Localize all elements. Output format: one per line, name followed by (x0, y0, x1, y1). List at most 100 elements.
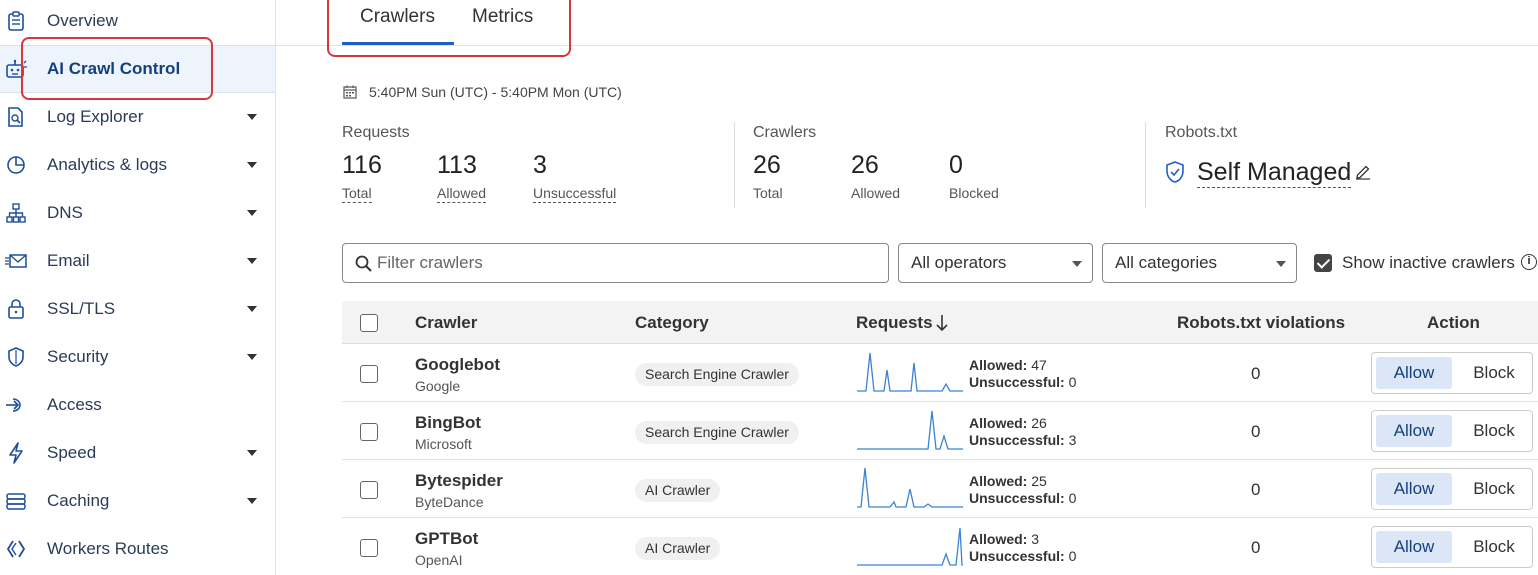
table-row: Bytespider ByteDance AI Crawler Allowed:… (342, 460, 1538, 518)
table-row: GPTBot OpenAI AI Crawler Allowed: 3 Unsu… (342, 518, 1538, 575)
calendar-icon (343, 85, 357, 99)
block-button[interactable]: Block (1458, 531, 1530, 563)
filter-crawlers-input[interactable]: Filter crawlers (342, 243, 889, 283)
categories-select-value: All categories (1115, 253, 1218, 272)
sidebar-item-label: Speed (47, 443, 97, 462)
sidebar-item-label: Analytics & logs (47, 155, 167, 174)
unsuccessful-count: Unsuccessful: 3 (969, 432, 1077, 448)
row-checkbox[interactable] (360, 423, 378, 441)
row-checkbox[interactable] (360, 481, 378, 499)
crawler-operator: Microsoft (415, 436, 472, 452)
block-button[interactable]: Block (1458, 473, 1530, 505)
category-badge: Search Engine Crawler (635, 363, 799, 386)
allowed-count: Allowed: 47 (969, 357, 1047, 373)
chevron-down-icon (1072, 261, 1082, 267)
unsuccessful-count: Unsuccessful: 0 (969, 548, 1077, 564)
sidebar-item-label: Workers Routes (47, 539, 169, 558)
clipboard-icon (5, 10, 27, 32)
lightning-icon (5, 442, 27, 464)
allow-button[interactable]: Allow (1376, 415, 1452, 447)
sidebar-item-label: Log Explorer (47, 107, 144, 126)
sidebar-item-ssl-tls[interactable]: SSL/TLS (0, 285, 275, 333)
sidebar-item-caching[interactable]: Caching (0, 477, 275, 525)
date-range-text: 5:40PM Sun (UTC) - 5:40PM Mon (UTC) (369, 84, 622, 100)
crawlers-heading: Crawlers (753, 124, 817, 141)
requests-allowed-label[interactable]: Allowed (437, 185, 487, 203)
crawler-operator: Google (415, 378, 461, 394)
category-badge: AI Crawler (635, 537, 721, 560)
column-action: Action (1427, 313, 1480, 332)
date-range[interactable]: 5:40PM Sun (UTC) - 5:40PM Mon (UTC) (343, 84, 622, 100)
allowed-count: Allowed: 25 (969, 473, 1047, 489)
network-icon (5, 202, 27, 224)
table-row: BingBot Microsoft Search Engine Crawler … (342, 402, 1538, 460)
requests-heading: Requests (342, 124, 410, 141)
access-icon (5, 394, 27, 416)
chevron-down-icon (247, 210, 257, 216)
show-inactive-label[interactable]: Show inactive crawlers (1342, 253, 1515, 273)
row-checkbox[interactable] (360, 539, 378, 557)
search-icon (355, 255, 372, 272)
sidebar-item-label: Access (47, 395, 102, 414)
info-icon[interactable]: i (1521, 254, 1537, 270)
block-button[interactable]: Block (1458, 357, 1530, 389)
workers-icon (5, 538, 27, 560)
sidebar-item-dns[interactable]: DNS (0, 189, 275, 237)
stats-divider (1145, 122, 1146, 208)
sidebar-item-label: Caching (47, 491, 110, 510)
requests-sparkline (857, 467, 963, 508)
sidebar-item-label: Security (47, 347, 109, 366)
allow-button[interactable]: Allow (1376, 473, 1452, 505)
shield-icon (5, 346, 27, 368)
crawlers-blocked-label: Blocked (949, 185, 999, 201)
category-badge: AI Crawler (635, 479, 721, 502)
database-icon (5, 490, 27, 512)
categories-select[interactable]: All categories (1102, 243, 1297, 283)
email-icon (5, 250, 27, 272)
column-requests[interactable]: Requests (856, 313, 933, 333)
crawlers-allowed-value: 26 (851, 151, 879, 179)
show-inactive-checkbox[interactable] (1314, 254, 1332, 272)
action-toggle: Allow Block (1371, 526, 1533, 568)
crawlers-allowed-label: Allowed (851, 185, 901, 201)
sidebar-item-label: DNS (47, 203, 83, 222)
sidebar-item-label: SSL/TLS (47, 299, 116, 318)
select-all-checkbox[interactable] (360, 314, 378, 332)
sort-down-icon[interactable] (935, 314, 949, 332)
allow-button[interactable]: Allow (1376, 357, 1452, 389)
robots-status[interactable]: Self Managed (1197, 157, 1352, 188)
allowed-count: Allowed: 3 (969, 531, 1040, 547)
sidebar-item-email[interactable]: Email (0, 237, 275, 285)
block-button[interactable]: Block (1458, 415, 1530, 447)
sidebar-item-security[interactable]: Security (0, 333, 275, 381)
sidebar-item-workers-routes[interactable]: Workers Routes (0, 525, 275, 573)
operators-select[interactable]: All operators (898, 243, 1093, 283)
sidebar-item-access[interactable]: Access (0, 381, 275, 429)
edit-icon[interactable] (1355, 164, 1371, 180)
table-header: Crawler Category Requests Robots.txt vio… (342, 301, 1538, 344)
filter-placeholder: Filter crawlers (377, 253, 483, 272)
sidebar-item-speed[interactable]: Speed (0, 429, 275, 477)
column-crawler: Crawler (415, 313, 478, 332)
sidebar-item-analytics-logs[interactable]: Analytics & logs (0, 141, 275, 189)
requests-sparkline (857, 352, 963, 392)
requests-total-label[interactable]: Total (342, 185, 372, 203)
allow-button[interactable]: Allow (1376, 531, 1452, 563)
requests-unsuccessful-label[interactable]: Unsuccessful (533, 185, 617, 203)
requests-allowed-value: 113 (437, 151, 477, 179)
robots-violations: 0 (1251, 480, 1261, 499)
sidebar-item-log-explorer[interactable]: Log Explorer (0, 93, 275, 141)
robots-violations: 0 (1251, 538, 1261, 557)
operators-select-value: All operators (911, 253, 1007, 272)
stats-divider (734, 122, 735, 208)
crawlers-total-label: Total (753, 185, 783, 201)
crawler-name: Googlebot (415, 355, 500, 374)
row-checkbox[interactable] (360, 365, 378, 383)
unsuccessful-count: Unsuccessful: 0 (969, 490, 1077, 506)
allowed-count: Allowed: 26 (969, 415, 1047, 431)
chevron-down-icon (247, 354, 257, 360)
action-toggle: Allow Block (1371, 352, 1533, 394)
column-robots-violations: Robots.txt violations (1177, 313, 1346, 332)
category-badge: Search Engine Crawler (635, 421, 799, 444)
crawlers-blocked-value: 0 (949, 151, 963, 179)
